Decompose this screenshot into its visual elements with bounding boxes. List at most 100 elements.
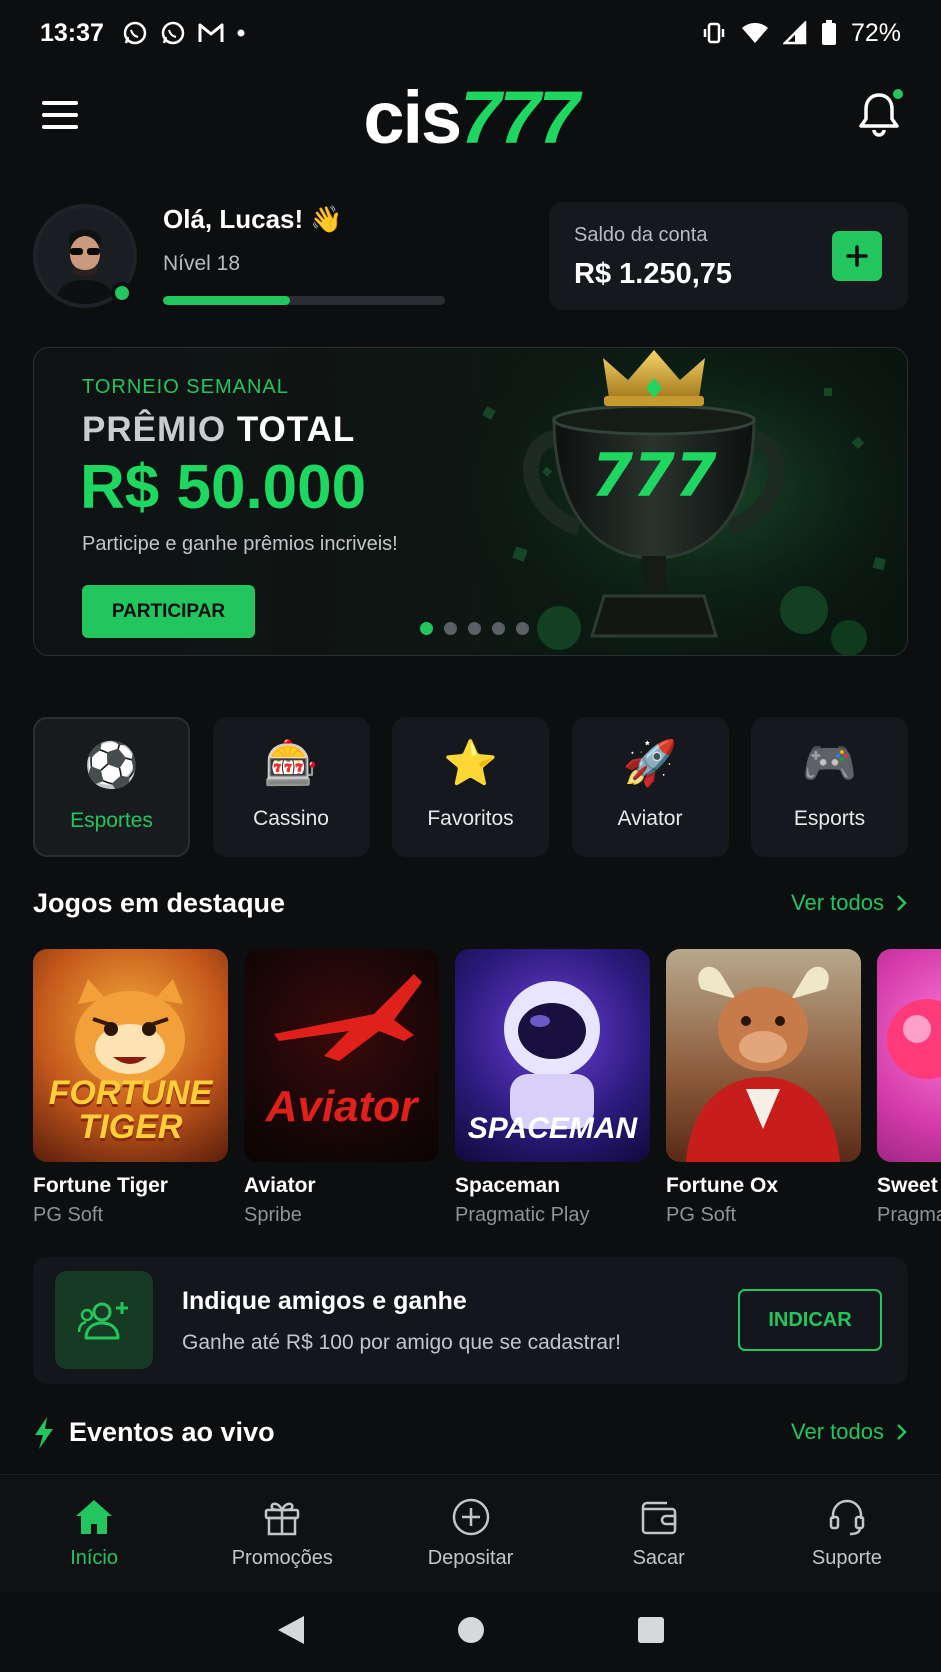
- live-events-header: Eventos ao vivo Ver todos: [33, 1413, 908, 1453]
- pagination-dot[interactable]: [444, 622, 457, 635]
- nav-item-promotions[interactable]: Promoções: [188, 1475, 376, 1592]
- see-all-label: Ver todos: [791, 890, 884, 915]
- referral-title: Indique amigos e ganhe: [182, 1287, 467, 1315]
- app-header: cis777: [0, 75, 941, 159]
- headset-icon: [829, 1499, 865, 1536]
- status-time: 13:37: [40, 18, 104, 47]
- participate-button[interactable]: PARTICIPAR: [82, 585, 255, 638]
- game-name: Fortune Tiger: [33, 1174, 168, 1197]
- pagination-dot[interactable]: [492, 622, 505, 635]
- lightning-icon: [35, 1417, 53, 1449]
- online-status-dot: [111, 282, 133, 304]
- game-provider: PG Soft: [33, 1204, 104, 1226]
- home-icon: [76, 1500, 113, 1534]
- star-icon: ⭐: [443, 739, 498, 788]
- gamepad-icon: 🎮: [802, 739, 857, 788]
- app-logo: cis777: [0, 75, 941, 160]
- user-profile[interactable]: Olá, Lucas! 👋 Nível 18: [33, 200, 453, 310]
- game-art-title: SPACEMAN: [467, 1112, 638, 1145]
- notification-bell-icon[interactable]: [857, 87, 905, 137]
- category-label: Esports: [793, 807, 866, 830]
- banner-prize: R$ 50.000: [80, 453, 367, 522]
- refer-button[interactable]: INDICAR: [738, 1289, 882, 1351]
- banner-title: PRÊMIO TOTAL: [82, 410, 355, 450]
- whatsapp-icon: [161, 21, 185, 45]
- nav-item-withdraw[interactable]: Sacar: [565, 1475, 753, 1592]
- game-thumbnail: FORTUNE TIGER: [33, 949, 228, 1162]
- soccer-ball-icon: ⚽: [84, 741, 139, 790]
- category-favoritos[interactable]: ⭐ Favoritos: [392, 717, 549, 857]
- game-thumbnail: [877, 949, 941, 1162]
- chevron-right-icon: [897, 1424, 907, 1440]
- greeting-text: Olá, Lucas! 👋: [163, 204, 343, 234]
- category-esports[interactable]: 🎮 Esports: [751, 717, 908, 857]
- banner-tag: TORNEIO SEMANAL: [82, 376, 289, 398]
- featured-games-header: Jogos em destaque Ver todos: [33, 884, 908, 924]
- plus-icon: [846, 245, 868, 267]
- balance-label: Saldo da conta: [574, 224, 708, 246]
- featured-games-title: Jogos em destaque: [33, 888, 286, 918]
- game-provider: PG Soft: [666, 1204, 737, 1226]
- featured-see-all-link[interactable]: Ver todos: [791, 890, 908, 916]
- pagination-dot[interactable]: [420, 622, 433, 635]
- game-name: Fortune Ox: [666, 1174, 779, 1197]
- promo-banner[interactable]: 777 TORNEIO SEMANAL PRÊMIO TOTAL R$ 50.0…: [33, 347, 908, 656]
- nav-label: Depositar: [427, 1547, 514, 1569]
- pagination-dot[interactable]: [468, 622, 481, 635]
- category-aviator[interactable]: 🚀 Aviator: [571, 717, 729, 857]
- banner-title-bold: TOTAL: [236, 410, 356, 449]
- featured-games-carousel: FORTUNE TIGER Fortune Tiger PG Soft Aviat…: [33, 949, 941, 1229]
- add-funds-button[interactable]: [832, 231, 882, 281]
- see-all-label: Ver todos: [791, 1419, 884, 1444]
- chevron-right-icon: [897, 895, 907, 911]
- status-bar: 13:37 72%: [0, 0, 941, 66]
- back-icon[interactable]: [276, 1614, 306, 1651]
- recents-icon[interactable]: [636, 1615, 666, 1650]
- battery-percent: 72%: [850, 18, 901, 47]
- plus-circle-icon: [452, 1498, 489, 1536]
- whatsapp-icon: [123, 21, 147, 45]
- pagination-dot[interactable]: [516, 622, 529, 635]
- category-tiles: ⚽ Esportes 🎰 Cassino ⭐ Favoritos 🚀 Aviator 🎮 Espo…: [33, 717, 908, 857]
- game-card[interactable]: SPACEMAN Spaceman Pragmatic Play: [455, 949, 650, 1227]
- nav-label: Promoções: [231, 1547, 333, 1569]
- balance-value: R$ 1.250,75: [574, 258, 733, 290]
- live-see-all-link[interactable]: Ver todos: [791, 1419, 908, 1445]
- game-thumbnail: Aviator: [244, 949, 439, 1162]
- game-provider: Spribe: [244, 1204, 302, 1226]
- gmail-icon: [198, 23, 224, 42]
- wallet-icon: [641, 1501, 676, 1535]
- account-balance-card: Saldo da conta R$ 1.250,75: [549, 202, 908, 310]
- logo-text-cis: cis: [363, 76, 462, 159]
- category-cassino[interactable]: 🎰 Cassino: [212, 717, 370, 857]
- nav-item-home[interactable]: Início: [0, 1475, 188, 1592]
- logo-text-777: 777: [460, 76, 579, 159]
- live-events-title: Eventos ao vivo: [69, 1417, 275, 1447]
- game-provider: Pragma: [877, 1204, 941, 1226]
- game-card[interactable]: FORTUNE TIGER Fortune Tiger PG Soft: [33, 949, 228, 1227]
- level-progress-bar: [163, 296, 445, 305]
- category-esportes[interactable]: ⚽ Esportes: [33, 717, 190, 857]
- banner-pagination: [420, 622, 529, 635]
- game-name: Spaceman: [455, 1174, 561, 1197]
- category-label: Aviator: [617, 807, 683, 830]
- banner-title-light: PRÊMIO: [82, 410, 227, 449]
- nav-item-deposit[interactable]: Depositar: [376, 1475, 564, 1592]
- bottom-navigation: Início Promoções Depositar Sacar Suporte: [0, 1474, 941, 1592]
- game-art-title: FORTUNE TIGER: [48, 1074, 213, 1146]
- game-card[interactable]: Aviator Aviator Spribe: [244, 949, 439, 1227]
- wifi-icon: [741, 22, 768, 43]
- game-card[interactable]: Fortune Ox PG Soft: [666, 949, 861, 1227]
- nav-item-support[interactable]: Suporte: [753, 1475, 941, 1592]
- referral-subtitle: Ganhe até R$ 100 por amigo que se cadast…: [182, 1331, 621, 1354]
- category-label: Esportes: [70, 809, 153, 832]
- game-card[interactable]: Sweet Pragma: [877, 949, 941, 1227]
- dot-icon: [237, 29, 245, 37]
- category-label: Favoritos: [427, 807, 514, 830]
- trophy-777-text: 777: [591, 441, 716, 511]
- home-button-icon[interactable]: [456, 1615, 486, 1650]
- slot-machine-icon: 🎰: [263, 739, 319, 788]
- gift-icon: [265, 1502, 300, 1536]
- referral-card: Indique amigos e ganhe Ganhe até R$ 100 …: [33, 1257, 908, 1384]
- trophy-image: 777: [454, 348, 907, 655]
